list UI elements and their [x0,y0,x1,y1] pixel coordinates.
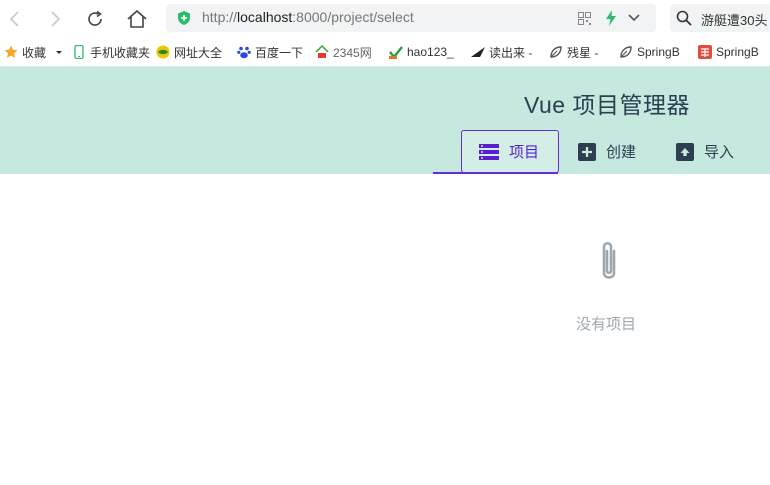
bookmarks-bar: 收藏 手机收藏夹 网址大全 百度一下 2345网 hao123_ 读出来 - 残… [0,37,770,67]
back-button[interactable] [3,7,27,31]
main-content: 没有项目 [0,174,770,485]
qr-code-icon[interactable] [578,12,591,25]
app-header: Vue 项目管理器 项目 创建 导入 [0,67,770,174]
reload-button[interactable] [83,7,107,31]
tab-label: 创建 [606,144,637,161]
jian-icon [698,45,712,59]
url-text[interactable]: http://localhost:8000/project/select [202,9,414,25]
chevron-down-icon[interactable] [627,12,641,24]
bookmark-springboot-2[interactable]: SpringB [698,44,759,60]
address-bar[interactable]: http://localhost:8000/project/select [166,4,656,32]
bookmark-label: 收藏 [22,45,47,60]
search-icon [676,10,692,26]
house-icon [315,45,329,58]
tab-label: 导入 [704,144,735,161]
upload-box-icon [676,142,694,161]
bookmark-label: 百度一下 [255,45,304,60]
url-path: :8000/project/select [292,9,414,25]
bookmark-label: hao123_ [407,45,454,59]
reload-icon [88,10,102,26]
tab-import[interactable]: 导入 [676,130,734,173]
bookmark-label: 手机收藏夹 [90,45,151,60]
globe-icon [156,45,170,59]
bookmark-favorites[interactable]: 收藏 [4,44,64,60]
paperclip-icon [602,241,616,279]
bookmark-springboot-1[interactable]: SpringB [619,44,680,60]
chevron-right-icon [51,11,61,27]
star-icon [4,45,18,58]
bookmark-2345[interactable]: 2345网 [315,44,372,60]
bookmark-mobile[interactable]: 手机收藏夹 [72,44,150,60]
leaf-icon [620,46,632,58]
hao123-icon [389,46,403,59]
wing-icon [471,47,485,57]
app-title: Vue 项目管理器 [524,92,690,118]
bookmark-label: 读出来 - [489,45,533,60]
tab-create[interactable]: 创建 [578,130,636,173]
chevron-left-icon [9,11,19,27]
bookmark-canxing[interactable]: 残星 - [549,44,598,60]
tab-label: 项目 [509,144,540,161]
empty-state-text: 没有项目 [576,316,637,333]
phone-icon [74,45,84,59]
bookmark-hao123[interactable]: hao123_ [389,44,454,60]
search-text: 游艇遭30头 [701,13,768,28]
bookmark-baidu[interactable]: 百度一下 [237,44,303,60]
home-icon [127,9,147,28]
home-button[interactable] [125,7,149,31]
browser-toolbar: http://localhost:8000/project/select 游艇遭… [0,0,770,37]
bookmark-label: SpringB [716,45,759,59]
lightning-icon[interactable] [604,10,618,26]
url-host: localhost [237,9,293,25]
search-box[interactable]: 游艇遭30头 [670,4,770,32]
bookmark-sites[interactable]: 网址大全 [156,44,222,60]
tab-projects[interactable]: 项目 [461,130,559,173]
bookmark-label: SpringB [637,45,680,59]
baidu-paw-icon [237,46,251,59]
leaf-icon [550,46,562,58]
bookmark-label: 残星 - [567,45,599,60]
list-icon [479,143,499,160]
caret-down-icon [56,51,63,54]
bookmark-duchulai[interactable]: 读出来 - [471,44,532,60]
plus-box-icon [578,142,596,161]
url-prefix: http:// [202,9,238,25]
bookmark-label: 2345网 [333,45,372,60]
forward-button[interactable] [43,7,67,31]
bookmark-label: 网址大全 [174,45,223,60]
security-shield-icon [178,11,190,25]
